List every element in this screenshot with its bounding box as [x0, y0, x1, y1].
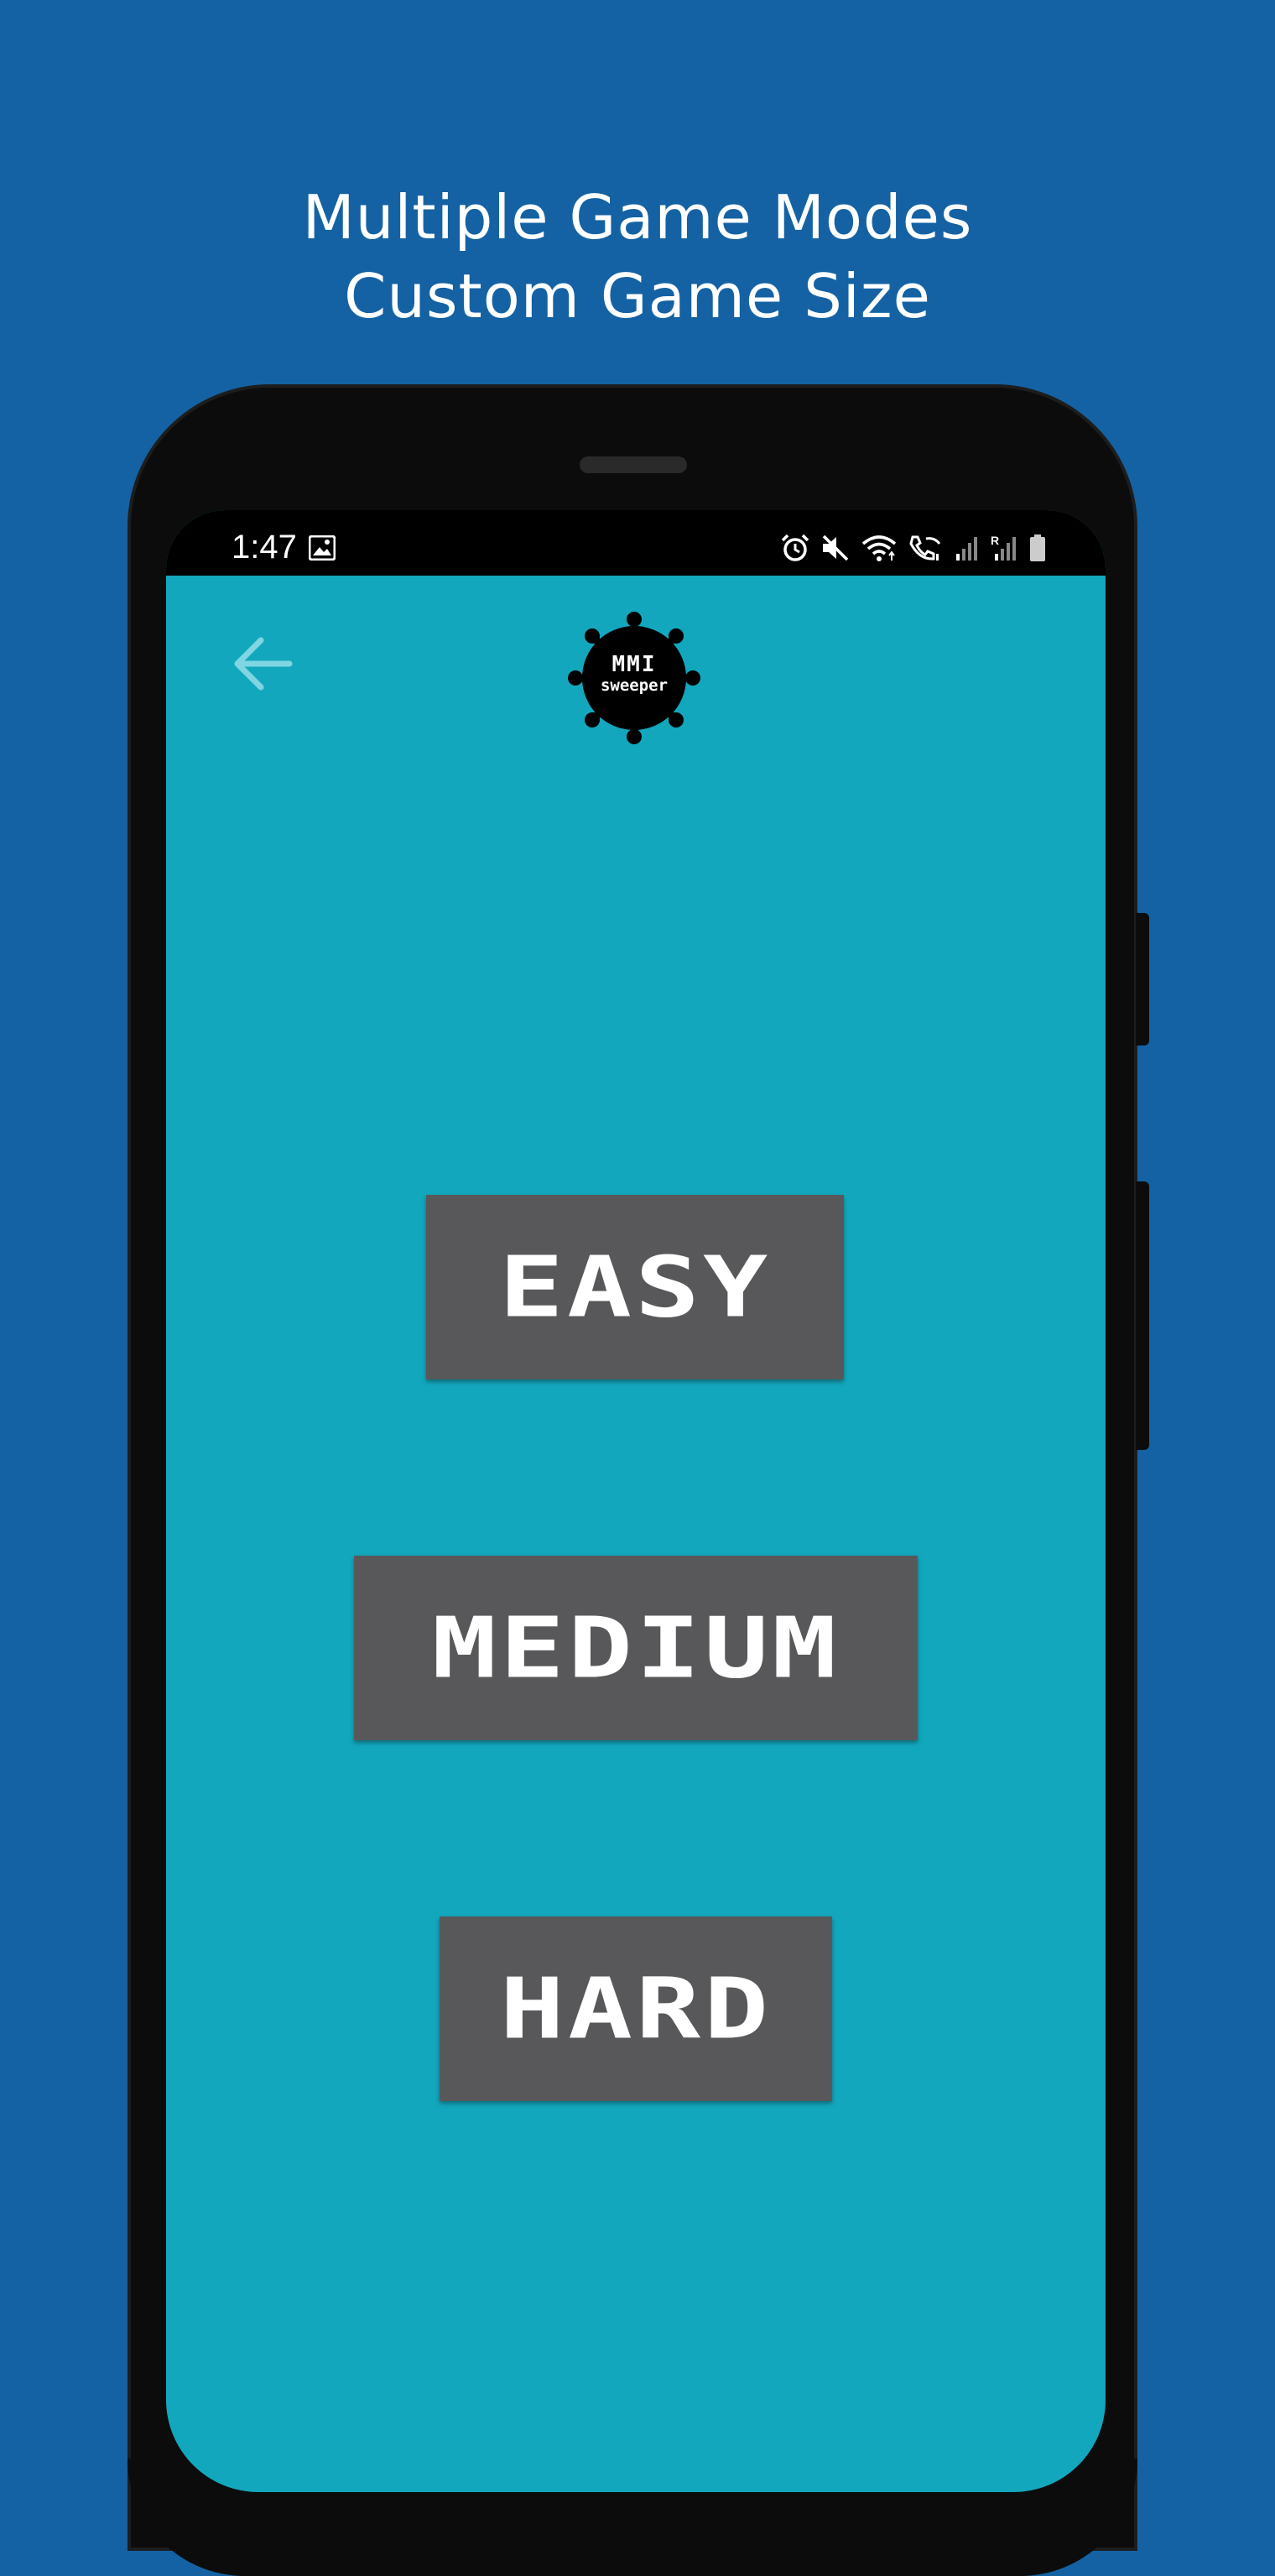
status-bar: 1:47 R	[166, 510, 1106, 576]
back-button[interactable]	[225, 626, 300, 701]
promo-line-2: Custom Game Size	[344, 261, 931, 331]
logo-title: MMI	[611, 652, 657, 677]
logo-subtitle: sweeper	[600, 676, 669, 695]
hard-mode-label: HARD	[499, 1959, 773, 2058]
promo-line-1: Multiple Game Modes	[302, 182, 973, 253]
easy-mode-label: EASY	[498, 1238, 772, 1337]
phone-speaker	[580, 456, 687, 473]
status-time: 1:47	[232, 529, 297, 566]
easy-mode-button[interactable]: EASY	[426, 1195, 844, 1379]
alarm-icon	[781, 534, 809, 561]
signal-icon	[956, 537, 977, 561]
arrow-left-icon	[234, 637, 293, 691]
roaming-label: R	[991, 534, 999, 547]
phone-screen: 1:47 R MMI sweeper EASY MEDIUM HARD	[166, 510, 1106, 2492]
image-icon	[309, 535, 336, 561]
signal-roaming-icon: R	[991, 534, 1016, 561]
volume-button	[1136, 1181, 1149, 1450]
app-logo: MMI sweeper	[567, 611, 701, 745]
wifi-icon	[861, 535, 897, 561]
wifi-call-icon	[909, 535, 941, 561]
status-icons: R	[780, 534, 1047, 562]
hard-mode-button[interactable]: HARD	[440, 1916, 832, 2101]
medium-mode-button[interactable]: MEDIUM	[354, 1556, 918, 1740]
mute-icon	[822, 534, 849, 561]
power-button	[1136, 913, 1149, 1046]
promo-headline: Multiple Game Modes Custom Game Size	[0, 178, 1275, 336]
battery-icon	[1030, 534, 1045, 561]
medium-mode-label: MEDIUM	[431, 1598, 840, 1697]
